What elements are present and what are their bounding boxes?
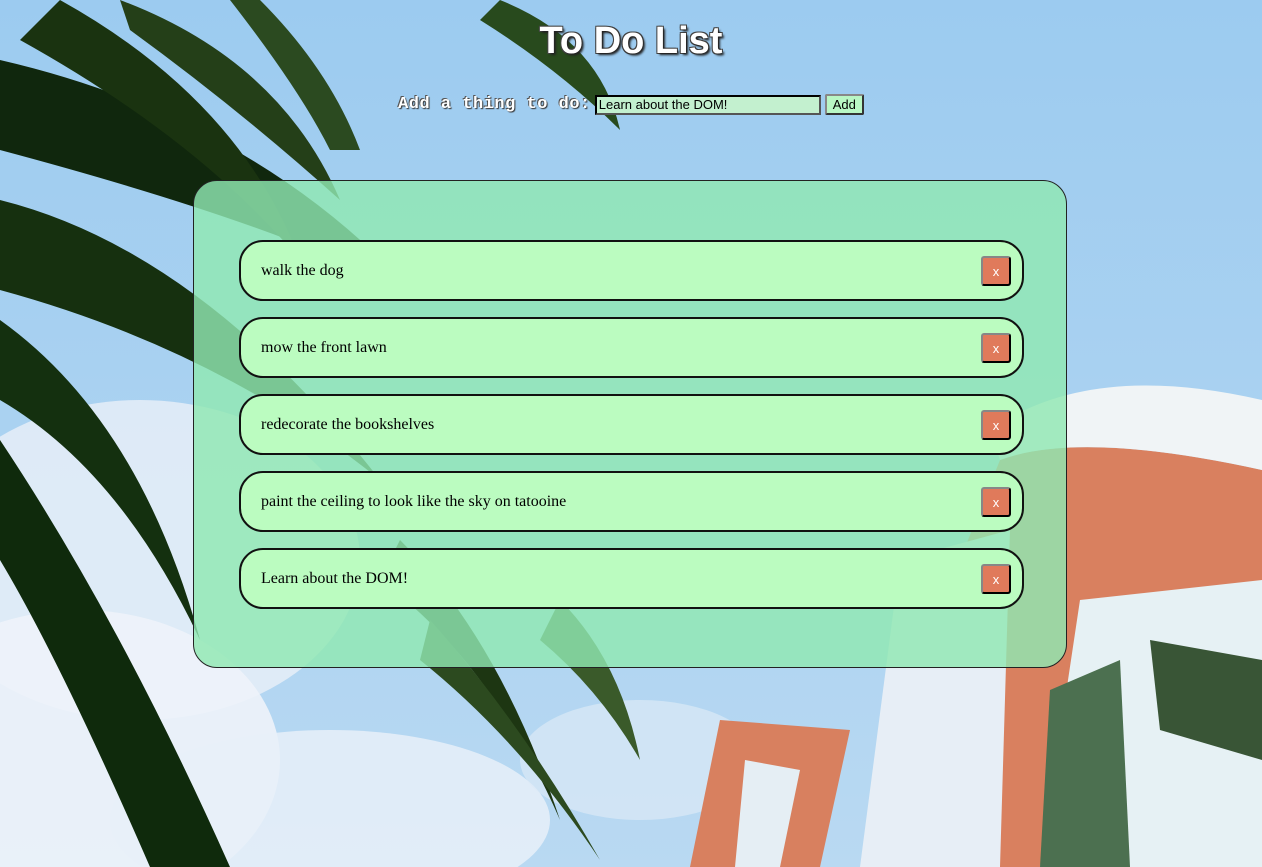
todo-list: walk the dog x mow the front lawn x rede… xyxy=(239,240,1024,625)
add-todo-label: Add a thing to do: xyxy=(398,95,591,114)
todo-item: Learn about the DOM! x xyxy=(239,548,1024,609)
delete-button[interactable]: x xyxy=(981,410,1011,440)
todo-text: redecorate the bookshelves xyxy=(261,415,435,433)
add-todo-input[interactable] xyxy=(594,94,821,115)
add-todo-form: Add a thing to do: Add xyxy=(0,94,1262,115)
add-button[interactable]: Add xyxy=(824,94,864,115)
todo-text: Learn about the DOM! xyxy=(261,569,409,587)
todo-item: paint the ceiling to look like the sky o… xyxy=(239,471,1024,532)
page-title: To Do List xyxy=(539,20,723,62)
todo-item: walk the dog x xyxy=(239,240,1024,301)
todo-list-panel: walk the dog x mow the front lawn x rede… xyxy=(193,180,1067,668)
delete-button[interactable]: x xyxy=(981,564,1011,594)
todo-text: mow the front lawn xyxy=(261,338,387,356)
delete-button[interactable]: x xyxy=(981,256,1011,286)
delete-button[interactable]: x xyxy=(981,487,1011,517)
todo-item: mow the front lawn x xyxy=(239,317,1024,378)
delete-button[interactable]: x xyxy=(981,333,1011,363)
todo-text: paint the ceiling to look like the sky o… xyxy=(261,492,567,510)
todo-item: redecorate the bookshelves x xyxy=(239,394,1024,455)
todo-text: walk the dog xyxy=(261,261,344,279)
